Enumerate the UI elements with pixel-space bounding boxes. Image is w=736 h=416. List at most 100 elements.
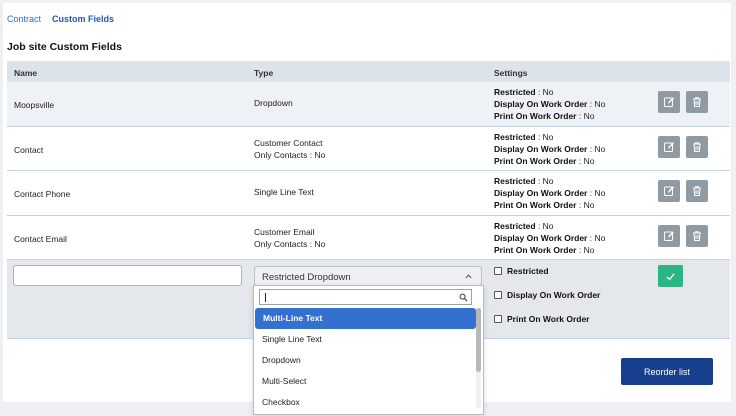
table-row: Moopsville Dropdown Restricted : No Disp… xyxy=(7,82,730,127)
setting-label: Print On Work Order xyxy=(494,111,577,121)
dropdown-option[interactable]: Multi-Line Text xyxy=(255,308,476,329)
field-type-dropdown: Multi-Line Text Single Line Text Dropdow… xyxy=(253,285,484,415)
field-type: Single Line Text xyxy=(254,187,314,197)
edit-button[interactable] xyxy=(658,224,680,247)
pencil-icon xyxy=(664,141,674,152)
field-name: Contact Email xyxy=(14,233,67,244)
setting-value: : No xyxy=(587,143,606,154)
field-name-input[interactable] xyxy=(13,265,242,286)
trash-icon xyxy=(693,186,701,196)
field-name: Contact xyxy=(14,144,44,155)
delete-button[interactable] xyxy=(686,224,708,247)
setting-value: : No xyxy=(535,220,554,231)
dropdown-option[interactable]: Dropdown xyxy=(254,350,476,371)
setting-value: : No xyxy=(535,176,554,186)
setting-label: Restricted xyxy=(494,176,536,186)
field-settings: Restricted : No Display On Work Order : … xyxy=(494,131,605,167)
setting-label: Display On Work Order xyxy=(494,232,588,243)
table-row: Contact Email Customer Email Only Contac… xyxy=(7,216,730,260)
setting-label: Print On Work Order xyxy=(494,244,577,255)
field-name: Contact Phone xyxy=(14,189,71,199)
display-on-work-order-checkbox[interactable]: Display On Work Order xyxy=(494,290,600,300)
search-icon xyxy=(459,293,468,302)
table-row: Contact Phone Single Line Text Restricte… xyxy=(7,171,730,216)
setting-value: : No xyxy=(535,87,554,97)
scrollbar-thumb[interactable] xyxy=(476,308,481,372)
column-header-settings: Settings xyxy=(494,68,528,78)
field-name: Moopsville xyxy=(14,100,55,110)
row-actions xyxy=(658,180,708,202)
setting-value: : No xyxy=(587,99,606,109)
setting-label: Display On Work Order xyxy=(494,143,588,154)
row-actions xyxy=(658,135,708,158)
column-header-name: Name xyxy=(14,68,38,78)
dropdown-search-input[interactable] xyxy=(259,289,472,305)
setting-label: Print On Work Order xyxy=(494,200,577,210)
table-header: Name Type Settings xyxy=(7,61,730,82)
reorder-list-button[interactable]: Reorder list xyxy=(621,358,713,385)
check-icon xyxy=(666,272,675,280)
tab-contract[interactable]: Contract xyxy=(7,14,41,24)
trash-icon xyxy=(693,141,701,152)
dropdown-scrollbar[interactable] xyxy=(476,308,481,408)
checkbox-label: Display On Work Order xyxy=(507,290,601,300)
field-type-detail: Only Contacts : No xyxy=(254,149,326,160)
setting-label: Print On Work Order xyxy=(494,155,577,166)
trash-icon xyxy=(693,230,701,241)
pencil-icon xyxy=(664,97,674,107)
tab-custom-fields[interactable]: Custom Fields xyxy=(52,14,114,24)
checkbox-label: Restricted xyxy=(507,266,549,276)
field-type: Customer Email Only Contacts : No xyxy=(254,226,325,250)
edit-button[interactable] xyxy=(658,91,680,113)
pencil-icon xyxy=(664,186,674,196)
setting-label: Restricted xyxy=(494,220,536,231)
restricted-checkbox[interactable]: Restricted xyxy=(494,266,549,276)
field-type: Dropdown xyxy=(254,98,293,108)
column-header-type: Type xyxy=(254,68,274,78)
field-settings: Restricted : No Display On Work Order : … xyxy=(494,220,605,256)
row-actions xyxy=(658,91,708,113)
setting-label: Restricted xyxy=(494,87,536,97)
dropdown-option[interactable]: Checkbox xyxy=(254,392,476,413)
field-type-select[interactable]: Restricted Dropdown xyxy=(254,266,482,287)
dropdown-option[interactable]: Single Line Text xyxy=(254,329,476,350)
delete-button[interactable] xyxy=(686,135,708,158)
print-on-work-order-checkbox[interactable]: Print On Work Order xyxy=(494,314,590,324)
dropdown-options: Multi-Line Text Single Line Text Dropdow… xyxy=(254,308,476,413)
setting-label: Display On Work Order xyxy=(494,99,588,109)
setting-value: : No xyxy=(576,244,595,255)
edit-button[interactable] xyxy=(658,180,680,202)
tab-bar: Contract Custom Fields xyxy=(7,14,114,24)
delete-button[interactable] xyxy=(686,91,708,113)
dropdown-option[interactable]: Multi-Select xyxy=(254,371,476,392)
field-settings: Restricted : No Display On Work Order : … xyxy=(494,175,605,211)
setting-label: Display On Work Order xyxy=(494,188,588,198)
checkbox-box[interactable] xyxy=(494,267,502,275)
field-type: Customer Contact Only Contacts : No xyxy=(254,137,325,161)
checkbox-box[interactable] xyxy=(494,291,502,299)
checkbox-box[interactable] xyxy=(494,315,502,323)
setting-value: : No xyxy=(587,232,606,243)
text-caret xyxy=(265,293,266,302)
setting-value: : No xyxy=(535,131,554,142)
field-settings: Restricted : No Display On Work Order : … xyxy=(494,86,605,122)
edit-button[interactable] xyxy=(658,135,680,158)
table-row: Contact Customer Contact Only Contacts :… xyxy=(7,127,730,171)
save-button[interactable] xyxy=(658,265,683,287)
delete-button[interactable] xyxy=(686,180,708,202)
setting-value: : No xyxy=(576,155,595,166)
checkbox-label: Print On Work Order xyxy=(507,314,590,324)
field-type-label: Customer Email xyxy=(254,226,315,237)
field-type-label: Customer Contact xyxy=(254,137,323,148)
trash-icon xyxy=(693,97,701,107)
setting-label: Restricted xyxy=(494,131,536,142)
row-actions xyxy=(658,224,708,247)
field-type-select-value: Restricted Dropdown xyxy=(262,272,351,283)
field-type-detail: Only Contacts : No xyxy=(254,238,326,249)
setting-value: : No xyxy=(576,200,595,210)
setting-value: : No xyxy=(587,188,606,198)
chevron-up-icon xyxy=(465,274,472,279)
section-title: Job site Custom Fields xyxy=(7,41,122,53)
pencil-icon xyxy=(664,230,674,241)
setting-value: : No xyxy=(576,111,595,121)
